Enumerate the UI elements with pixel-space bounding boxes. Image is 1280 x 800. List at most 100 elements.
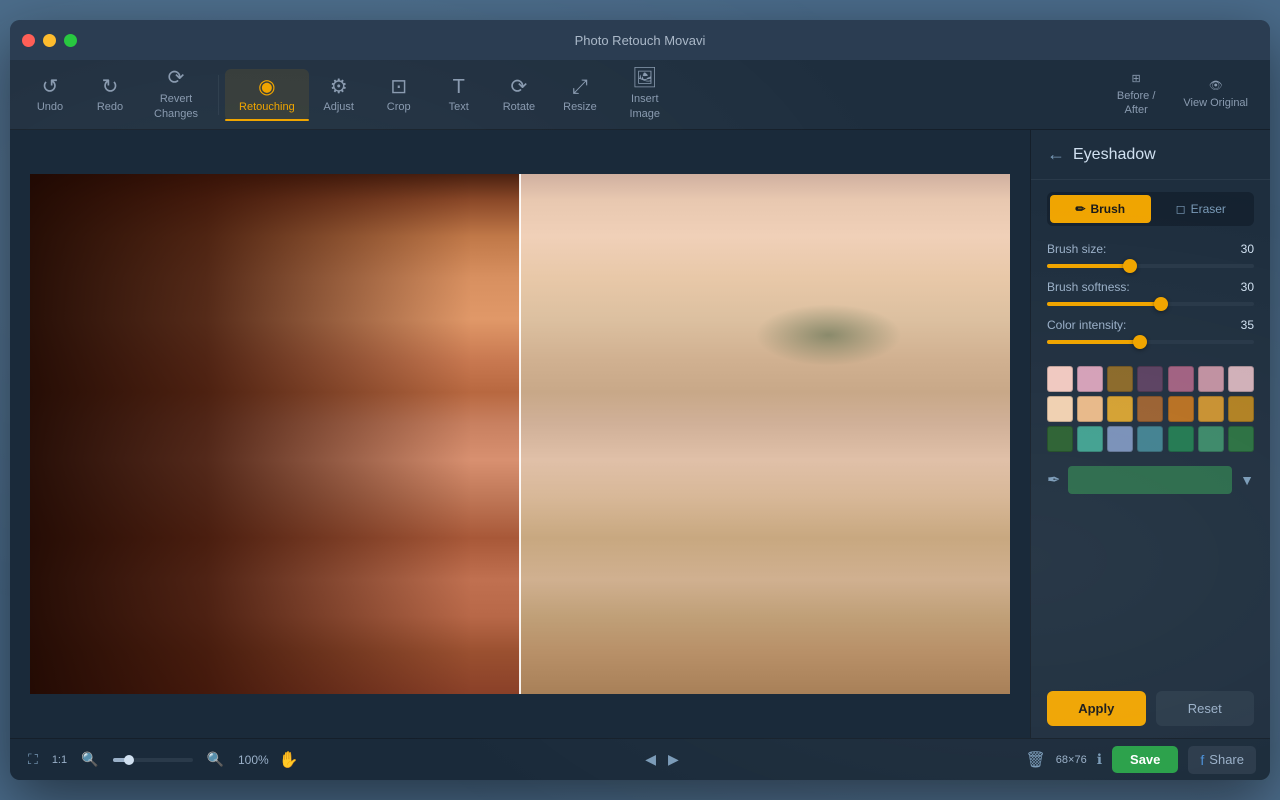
undo-button[interactable]: ↺ Undo: [20, 69, 80, 121]
zoom-ratio: 1:1: [52, 754, 67, 766]
hand-tool-button[interactable]: ✋: [279, 750, 299, 770]
delete-button[interactable]: 🗑: [1025, 750, 1045, 770]
color-swatch-20[interactable]: [1198, 426, 1224, 452]
insert-image-button[interactable]: 🖼 InsertImage: [611, 60, 679, 129]
color-swatch-6[interactable]: [1198, 366, 1224, 392]
text-button[interactable]: T Text: [429, 69, 489, 121]
prev-button[interactable]: ◀: [645, 751, 656, 768]
color-intensity-fill: [1047, 340, 1140, 344]
color-swatch-15[interactable]: [1047, 426, 1073, 452]
resize-label: Resize: [563, 101, 597, 113]
revert-label: RevertChanges: [154, 92, 198, 121]
adjust-button[interactable]: ⚙ Adjust: [309, 69, 369, 121]
color-dropdown-arrow[interactable]: ▼: [1240, 472, 1254, 488]
color-intensity-track[interactable]: [1047, 340, 1254, 344]
brush-softness-fill: [1047, 302, 1161, 306]
action-buttons: Apply Reset: [1031, 679, 1270, 738]
share-button[interactable]: f Share: [1188, 746, 1256, 774]
brush-size-value: 30: [1241, 242, 1254, 256]
tool-toggle: ✏ Brush ◻ Eraser: [1047, 192, 1254, 226]
brush-size-track[interactable]: [1047, 264, 1254, 268]
maximize-button[interactable]: [64, 34, 77, 47]
bottom-bar: ⛶ 1:1 🔍 🔍 100% ✋ ◀ ▶ 🗑 68×76 ℹ Save f Sh…: [10, 738, 1270, 780]
panel-title: Eyeshadow: [1073, 146, 1156, 164]
color-swatch-7[interactable]: [1228, 366, 1254, 392]
retouching-icon: ◉: [258, 77, 275, 97]
window-controls: [22, 34, 77, 47]
color-swatch-4[interactable]: [1137, 366, 1163, 392]
retouching-button[interactable]: ◉ Retouching: [225, 69, 309, 121]
save-button[interactable]: Save: [1112, 746, 1178, 773]
brush-label: Brush: [1090, 202, 1125, 216]
separator: [218, 75, 219, 115]
brush-softness-label: Brush softness:: [1047, 280, 1130, 294]
color-swatch-12[interactable]: [1168, 396, 1194, 422]
minimize-button[interactable]: [43, 34, 56, 47]
brush-softness-thumb[interactable]: [1154, 297, 1168, 311]
revert-button[interactable]: ⟳ RevertChanges: [140, 60, 212, 129]
zoom-thumb[interactable]: [124, 755, 134, 765]
title-bar: Photo Retouch Movavi: [10, 20, 1270, 60]
color-swatch-11[interactable]: [1137, 396, 1163, 422]
resize-button[interactable]: ⤢ Resize: [549, 69, 611, 121]
color-swatch-9[interactable]: [1077, 396, 1103, 422]
color-swatch-14[interactable]: [1228, 396, 1254, 422]
eraser-toggle-button[interactable]: ◻ Eraser: [1151, 195, 1252, 223]
redo-button[interactable]: ↻ Redo: [80, 69, 140, 121]
toolbar-left: ↺ Undo ↻ Redo ⟳ RevertChanges ◉ Retouchi…: [20, 60, 679, 129]
insert-image-label: InsertImage: [629, 92, 660, 121]
color-swatch-16[interactable]: [1077, 426, 1103, 452]
brush-size-thumb[interactable]: [1123, 259, 1137, 273]
next-button[interactable]: ▶: [668, 751, 679, 768]
split-divider: [519, 174, 521, 694]
color-swatch-2[interactable]: [1077, 366, 1103, 392]
undo-label: Undo: [37, 101, 63, 113]
zoom-in-button[interactable]: 🔍: [203, 747, 228, 772]
before-photo: [30, 174, 520, 694]
color-swatch-10[interactable]: [1107, 396, 1133, 422]
zoom-out-button[interactable]: 🔍: [77, 747, 102, 772]
back-button[interactable]: ←: [1047, 144, 1065, 165]
brush-toggle-button[interactable]: ✏ Brush: [1050, 195, 1151, 223]
eraser-icon: ◻: [1176, 202, 1186, 216]
color-swatch-19[interactable]: [1168, 426, 1194, 452]
color-swatch-5[interactable]: [1168, 366, 1194, 392]
color-swatch-18[interactable]: [1137, 426, 1163, 452]
color-swatch-3[interactable]: [1107, 366, 1133, 392]
color-intensity-thumb[interactable]: [1133, 335, 1147, 349]
zoom-percent: 100%: [238, 753, 269, 767]
zoom-slider[interactable]: [113, 758, 193, 762]
brush-size-section: Brush size: 30: [1031, 238, 1270, 272]
brush-softness-track[interactable]: [1047, 302, 1254, 306]
crop-button[interactable]: ⊡ Crop: [369, 69, 429, 121]
before-after-icon: ⊞: [1132, 72, 1141, 85]
color-swatch-17[interactable]: [1107, 426, 1133, 452]
share-label: Share: [1209, 752, 1244, 767]
apply-button[interactable]: Apply: [1047, 691, 1146, 726]
eyedropper-button[interactable]: ✒: [1047, 470, 1060, 490]
crop-label: Crop: [387, 101, 411, 113]
brush-size-fill: [1047, 264, 1130, 268]
brush-size-label: Brush size:: [1047, 242, 1106, 256]
view-original-button[interactable]: 👁 View Original: [1171, 73, 1260, 116]
window-title: Photo Retouch Movavi: [575, 33, 706, 48]
adjust-icon: ⚙: [330, 77, 348, 97]
color-swatch-21[interactable]: [1228, 426, 1254, 452]
info-button[interactable]: ℹ: [1097, 751, 1102, 768]
photo-container: [30, 174, 1010, 694]
fullscreen-button[interactable]: ⛶: [24, 747, 42, 772]
color-swatches: [1031, 358, 1270, 460]
view-original-label: View Original: [1183, 96, 1248, 110]
panel-header: ← Eyeshadow: [1031, 130, 1270, 180]
undo-icon: ↺: [42, 77, 59, 97]
color-swatch-8[interactable]: [1047, 396, 1073, 422]
close-button[interactable]: [22, 34, 35, 47]
color-swatch-13[interactable]: [1198, 396, 1224, 422]
canvas-area[interactable]: [10, 130, 1030, 738]
before-after-button[interactable]: ⊞ Before /After: [1105, 66, 1168, 124]
reset-button[interactable]: Reset: [1156, 691, 1255, 726]
rotate-button[interactable]: ⟳ Rotate: [489, 69, 549, 121]
selected-color-box[interactable]: [1068, 466, 1232, 494]
image-dimensions: 68×76: [1056, 754, 1087, 766]
color-swatch-1[interactable]: [1047, 366, 1073, 392]
